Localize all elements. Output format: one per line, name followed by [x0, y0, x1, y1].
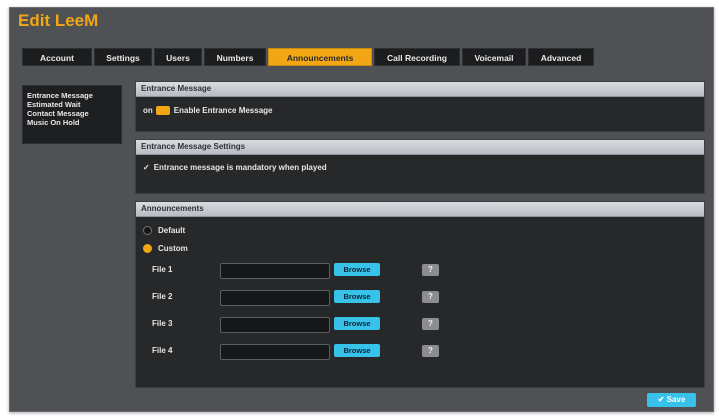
- tab-settings[interactable]: Settings: [94, 48, 152, 66]
- announcements-panel: Announcements Default Custom File 1 Brow…: [135, 201, 705, 388]
- sidebar: Entrance Message Estimated Wait Contact …: [22, 85, 122, 144]
- browse-button[interactable]: Browse: [334, 263, 380, 276]
- file-4-input[interactable]: [220, 344, 330, 360]
- file-label: File 2: [152, 292, 173, 301]
- file-label: File 4: [152, 346, 173, 355]
- browse-button[interactable]: Browse: [334, 317, 380, 330]
- help-button[interactable]: ?: [422, 318, 439, 330]
- tab-call-recording[interactable]: Call Recording: [374, 48, 460, 66]
- sidebar-item-estimated-wait[interactable]: Estimated Wait: [27, 100, 117, 109]
- file-label: File 3: [152, 319, 173, 328]
- help-button[interactable]: ?: [422, 264, 439, 276]
- edit-window: Edit LeeM Account Settings Users Numbers…: [9, 7, 714, 412]
- tab-account[interactable]: Account: [22, 48, 92, 66]
- sidebar-item-entrance-message[interactable]: Entrance Message: [27, 91, 117, 100]
- help-button[interactable]: ?: [422, 345, 439, 357]
- sidebar-item-contact-message[interactable]: Contact Message: [27, 109, 117, 118]
- tab-users[interactable]: Users: [154, 48, 202, 66]
- file-2-input[interactable]: [220, 290, 330, 306]
- entrance-message-panel: Entrance Message on Enable Entrance Messa…: [135, 81, 705, 132]
- mandatory-label: Entrance message is mandatory when playe…: [153, 163, 327, 172]
- tab-announcements[interactable]: Announcements: [268, 48, 372, 66]
- file-3-input[interactable]: [220, 317, 330, 333]
- mandatory-row: ✓ Entrance message is mandatory when play…: [143, 163, 327, 172]
- sidebar-item-music-on-hold[interactable]: Music On Hold: [27, 118, 117, 127]
- entrance-toggle-row: on Enable Entrance Message: [143, 106, 273, 116]
- custom-radio[interactable]: [143, 244, 152, 254]
- tab-numbers[interactable]: Numbers: [204, 48, 266, 66]
- tab-bar: Account Settings Users Numbers Announcem…: [22, 48, 594, 66]
- entrance-message-header: Entrance Message: [136, 82, 704, 97]
- default-label: Default: [158, 226, 186, 235]
- browse-button[interactable]: Browse: [334, 344, 380, 357]
- mandatory-checkbox[interactable]: ✓: [143, 163, 150, 172]
- browse-button[interactable]: Browse: [334, 290, 380, 303]
- file-label: File 1: [152, 265, 173, 274]
- file-1-input[interactable]: [220, 263, 330, 279]
- entrance-settings-header: Entrance Message Settings: [136, 140, 704, 155]
- tab-voicemail[interactable]: Voicemail: [462, 48, 526, 66]
- enable-entrance-toggle[interactable]: [155, 106, 170, 116]
- default-radio[interactable]: [143, 226, 152, 236]
- enable-entrance-label: Enable Entrance Message: [173, 106, 273, 115]
- help-button[interactable]: ?: [422, 291, 439, 303]
- entrance-settings-panel: Entrance Message Settings ✓ Entrance mess…: [135, 139, 705, 194]
- custom-option[interactable]: Custom: [143, 244, 188, 254]
- custom-label: Custom: [158, 244, 188, 253]
- tab-advanced[interactable]: Advanced: [528, 48, 594, 66]
- save-button[interactable]: ✔ Save: [647, 393, 696, 407]
- window-title: Edit LeeM: [18, 11, 99, 30]
- announcements-header: Announcements: [136, 202, 704, 217]
- default-option[interactable]: Default: [143, 226, 186, 236]
- toggle-state-text: on: [143, 106, 153, 115]
